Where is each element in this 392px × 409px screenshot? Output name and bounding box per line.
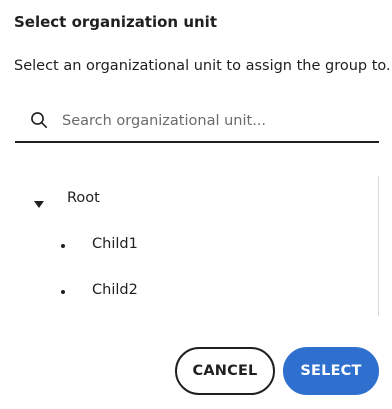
tree-item-root[interactable]: Root: [15, 186, 165, 214]
search-field: [15, 102, 379, 143]
select-button[interactable]: SELECT: [283, 347, 379, 395]
caret-down-icon[interactable]: [33, 195, 45, 208]
dialog-description: Select an organizational unit to assign …: [14, 58, 391, 74]
select-organization-unit-dialog: Select organization unit Select an organ…: [0, 0, 392, 409]
tree-item-label: Child2: [92, 282, 138, 298]
org-unit-tree: Root Child1 Child2: [15, 176, 379, 316]
tree-scrollbar[interactable]: [378, 176, 379, 316]
tree-item-label: Child1: [92, 236, 138, 252]
bullet-icon: [61, 244, 65, 248]
search-input[interactable]: [62, 109, 362, 133]
tree-item-label: Root: [67, 190, 100, 206]
dialog-title: Select organization unit: [14, 13, 217, 31]
tree-item-child2[interactable]: Child2: [15, 278, 165, 306]
tree-item-child1[interactable]: Child1: [15, 232, 165, 260]
bullet-icon: [61, 290, 65, 294]
search-icon: [30, 111, 48, 129]
cancel-button[interactable]: CANCEL: [175, 347, 275, 395]
